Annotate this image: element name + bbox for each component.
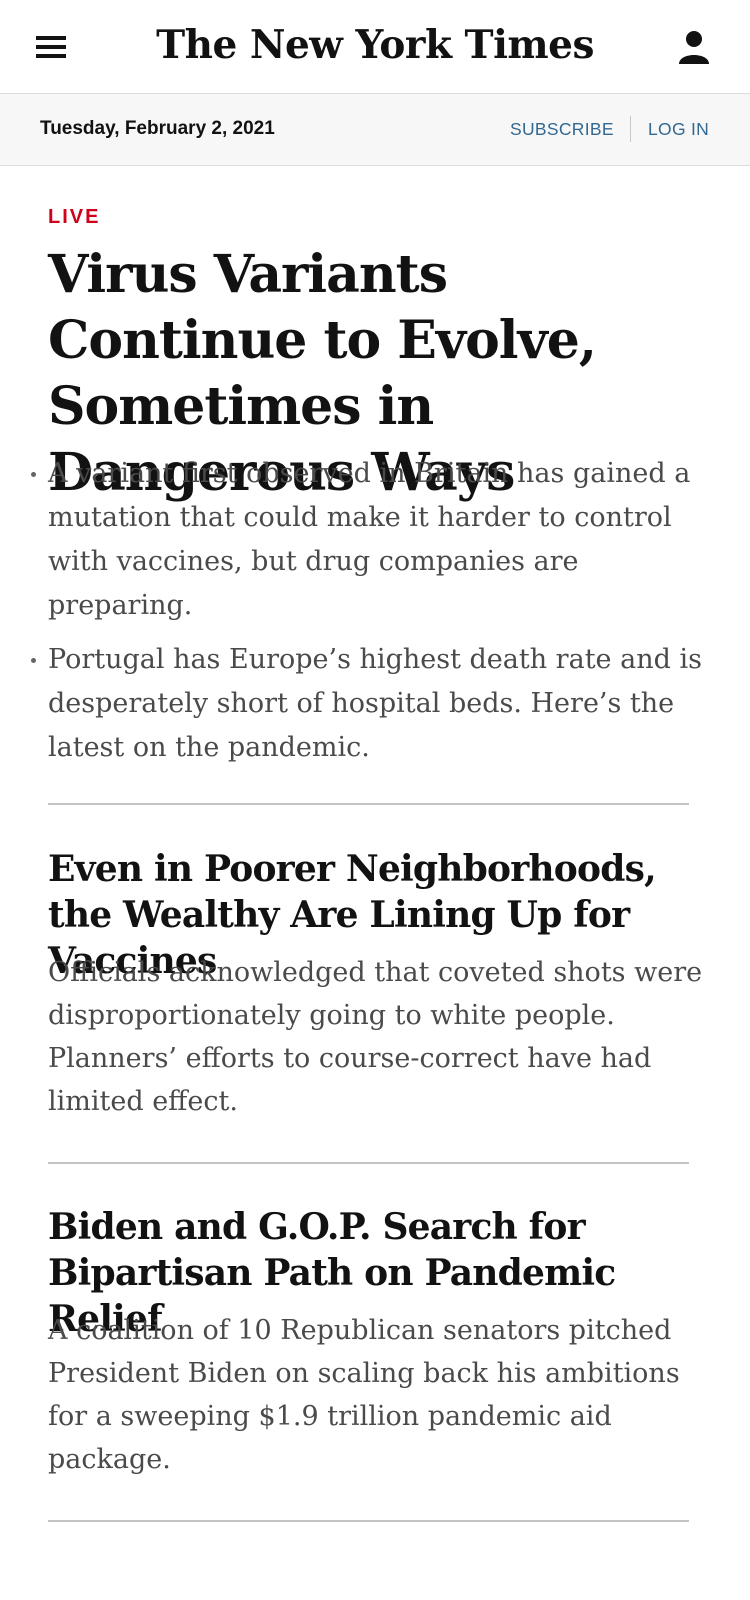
user-account-icon[interactable] [676,28,712,68]
hamburger-menu-icon[interactable] [36,36,70,60]
story-divider [48,1520,689,1522]
story-summary[interactable]: Officials acknowledged that coveted shot… [48,951,703,1123]
lead-summary-list: A variant first observed in Britain has … [31,452,703,780]
subscribe-link[interactable]: SUBSCRIBE [510,119,614,140]
menu-bar [36,36,66,40]
live-label: LIVE [48,206,101,228]
bullet-dot [31,658,36,663]
lead-summary-item[interactable]: A variant first observed in Britain has … [31,452,703,628]
lead-summary-text: A variant first observed in Britain has … [48,458,691,621]
date-subscribe-bar: Tuesday, February 2, 2021 SUBSCRIBE LOG … [0,94,750,166]
lead-summary-text: Portugal has Europe’s highest death rate… [48,644,702,763]
user-account-icon-svg [679,31,709,64]
link-divider [630,116,631,142]
lead-summary-item[interactable]: Portugal has Europe’s highest death rate… [31,638,703,770]
login-link[interactable]: LOG IN [648,119,709,140]
story-summary[interactable]: A coalition of 10 Republican senators pi… [48,1309,703,1481]
menu-bar [36,54,66,58]
nyt-logo[interactable]: The New York Times [0,20,750,70]
current-date: Tuesday, February 2, 2021 [40,118,275,139]
menu-bar [36,45,66,49]
story-divider [48,803,689,805]
story-divider [48,1162,689,1164]
bullet-dot [31,472,36,477]
masthead: The New York Times [0,0,750,94]
